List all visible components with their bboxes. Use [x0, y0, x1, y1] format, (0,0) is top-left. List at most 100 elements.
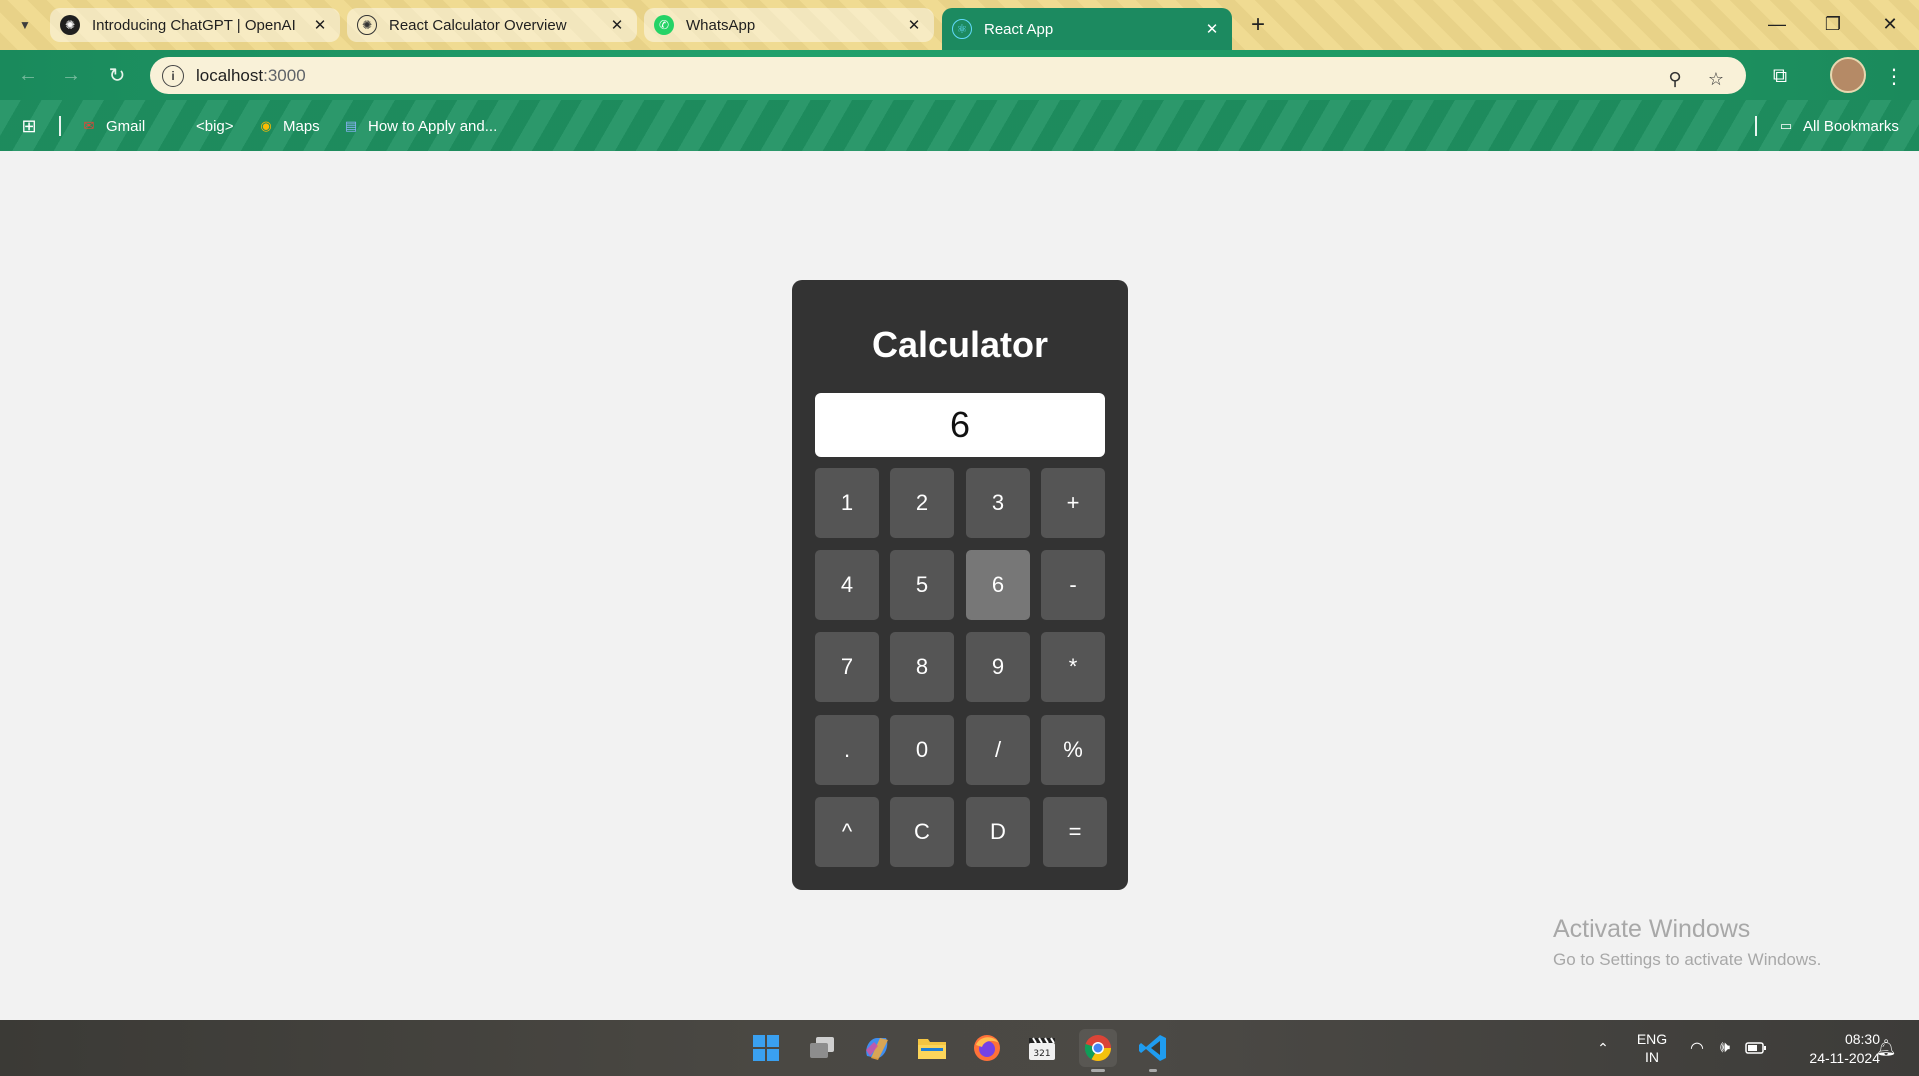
key-divide[interactable]: /: [966, 715, 1030, 785]
tab-search-icon[interactable]: ▼: [10, 10, 40, 40]
key-multiply[interactable]: *: [1041, 632, 1105, 702]
key-power[interactable]: ^: [815, 797, 879, 867]
apps-grid-icon[interactable]: ⊞: [20, 114, 46, 138]
notification-bell-icon[interactable]: 🔔︎: [1873, 1020, 1899, 1076]
all-bookmarks-label: All Bookmarks: [1803, 117, 1899, 135]
openai-icon: ✺: [357, 15, 377, 35]
key-minus[interactable]: -: [1041, 550, 1105, 620]
all-bookmarks[interactable]: ▭ All Bookmarks: [1777, 114, 1899, 138]
tab-title: React Calculator Overview: [389, 16, 567, 34]
language-indicator[interactable]: ENG IN: [1630, 1020, 1674, 1076]
taskbar: 321 ⌃ ENG IN ◠ 🕪 08:30 24-11-2024 🔔︎: [0, 1020, 1919, 1076]
page-icon: ▤: [344, 118, 358, 133]
folder-icon: ▭: [1779, 118, 1793, 133]
url-port: :3000: [263, 65, 306, 85]
key-2[interactable]: 2: [890, 468, 954, 538]
tab-title: WhatsApp: [686, 16, 756, 34]
key-decimal[interactable]: .: [815, 715, 879, 785]
bookmark-icon: [170, 117, 188, 135]
browser-toolbar: ← → ↻ i localhost:3000 ⚲ ☆ ⧉ ⋮: [0, 50, 1919, 100]
key-percent[interactable]: %: [1041, 715, 1105, 785]
bookmark-how-to-apply[interactable]: ▤ How to Apply and...: [342, 114, 497, 138]
key-equals[interactable]: =: [1043, 797, 1107, 867]
volume-icon[interactable]: 🕪: [1713, 1020, 1737, 1076]
key-6[interactable]: 6: [966, 550, 1030, 620]
svg-text:321: 321: [1033, 1049, 1050, 1059]
key-1[interactable]: 1: [815, 468, 879, 538]
firefox-icon[interactable]: [968, 1029, 1006, 1067]
key-5[interactable]: 5: [890, 550, 954, 620]
bookmark-star-icon[interactable]: ☆: [1701, 64, 1731, 94]
key-7[interactable]: 7: [815, 632, 879, 702]
watermark-subtitle: Go to Settings to activate Windows.: [1553, 950, 1822, 969]
tab-strip: ▼ ✺ Introducing ChatGPT | OpenAI ✕ ✺ Rea…: [0, 0, 1919, 50]
tab-introducing-chatgpt[interactable]: ✺ Introducing ChatGPT | OpenAI ✕: [50, 8, 340, 42]
bookmark-divider: [59, 116, 61, 136]
calculator: Calculator 6 1 2 3 + 4 5 6 - 7 8 9 * . 0…: [792, 280, 1128, 890]
bookmarks-bar: ⊞ ✉ Gmail <big> ◉ Maps ▤ How to Apply an…: [0, 100, 1919, 151]
running-indicator: [1149, 1069, 1157, 1072]
restore-icon[interactable]: ❐: [1811, 8, 1855, 40]
window-close-icon[interactable]: ✕: [1868, 8, 1912, 40]
file-explorer-icon[interactable]: [913, 1029, 951, 1067]
whatsapp-icon: ✆: [654, 15, 674, 35]
browser-chrome: ▼ ✺ Introducing ChatGPT | OpenAI ✕ ✺ Rea…: [0, 0, 1919, 151]
windows-start-icon[interactable]: [747, 1029, 785, 1067]
key-0[interactable]: 0: [890, 715, 954, 785]
page-content: Calculator 6 1 2 3 + 4 5 6 - 7 8 9 * . 0…: [0, 151, 1919, 1020]
battery-icon[interactable]: [1743, 1020, 1769, 1076]
chrome-icon[interactable]: [1079, 1029, 1117, 1072]
key-3[interactable]: 3: [966, 468, 1030, 538]
menu-icon[interactable]: ⋮: [1877, 59, 1911, 93]
maps-icon: ◉: [260, 118, 272, 133]
close-icon[interactable]: ✕: [904, 15, 924, 35]
watermark-title: Activate Windows: [1553, 915, 1751, 943]
key-delete[interactable]: D: [966, 797, 1030, 867]
copilot-icon[interactable]: [858, 1029, 896, 1067]
bookmark-label: Gmail: [106, 117, 146, 135]
address-bar[interactable]: i localhost:3000 ⚲ ☆: [150, 57, 1746, 94]
minimize-icon[interactable]: —: [1755, 8, 1799, 40]
tab-react-calculator-overview[interactable]: ✺ React Calculator Overview ✕: [347, 8, 637, 42]
back-icon[interactable]: ←: [12, 59, 44, 91]
language-code: ENG: [1636, 1031, 1668, 1047]
task-view-icon[interactable]: [803, 1029, 841, 1067]
clock-date: 24-11-2024: [1809, 1050, 1880, 1066]
tab-react-app[interactable]: ⚛ React App ✕: [942, 8, 1232, 50]
close-icon[interactable]: ✕: [1202, 19, 1222, 39]
vscode-icon[interactable]: [1134, 1029, 1172, 1072]
activate-windows-watermark: Activate Windows Go to Settings to activ…: [1553, 915, 1821, 970]
forward-icon[interactable]: →: [55, 59, 87, 91]
language-region: IN: [1645, 1049, 1659, 1065]
reload-icon[interactable]: ↻: [101, 59, 133, 91]
key-4[interactable]: 4: [815, 550, 879, 620]
key-plus[interactable]: +: [1041, 468, 1105, 538]
clock[interactable]: 08:30 24-11-2024: [1780, 1030, 1880, 1068]
close-icon[interactable]: ✕: [607, 15, 627, 35]
key-8[interactable]: 8: [890, 632, 954, 702]
calculator-display: 6: [815, 393, 1105, 457]
profile-avatar[interactable]: [1830, 57, 1866, 93]
calculator-title: Calculator: [871, 324, 1049, 365]
key-clear[interactable]: C: [890, 797, 954, 867]
new-tab-button[interactable]: +: [1243, 10, 1273, 40]
key-9[interactable]: 9: [966, 632, 1030, 702]
react-icon: ⚛: [952, 19, 972, 39]
bookmark-label: <big>: [196, 117, 234, 135]
zoom-icon[interactable]: ⚲: [1660, 64, 1690, 94]
extensions-icon[interactable]: ⧉: [1763, 59, 1797, 93]
clock-time: 08:30: [1844, 1031, 1880, 1047]
bookmark-label: How to Apply and...: [368, 117, 498, 135]
bookmark-maps[interactable]: ◉ Maps: [257, 114, 320, 138]
wifi-icon[interactable]: ◠: [1685, 1020, 1709, 1076]
clapper-icon[interactable]: 321: [1023, 1029, 1061, 1067]
bookmark-big[interactable]: <big>: [170, 114, 234, 138]
bookmark-gmail[interactable]: ✉ Gmail: [80, 114, 146, 138]
bookmark-label: Maps: [283, 117, 320, 135]
bookmark-divider: [1755, 116, 1757, 136]
site-info-icon[interactable]: i: [162, 64, 184, 87]
url-text: localhost:3000: [196, 66, 306, 86]
close-icon[interactable]: ✕: [310, 15, 330, 35]
tab-whatsapp[interactable]: ✆ WhatsApp ✕: [644, 8, 934, 42]
show-hidden-icons-icon[interactable]: ⌃: [1590, 1020, 1616, 1076]
